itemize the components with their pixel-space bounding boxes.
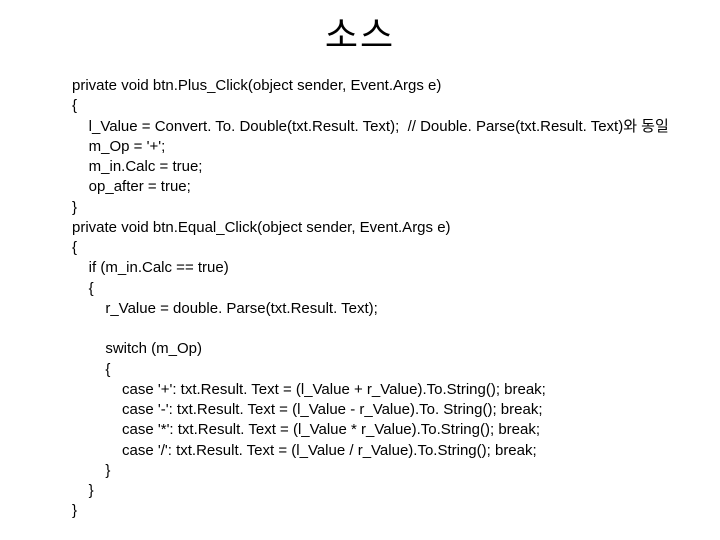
code-block: private void btn.Plus_Click(object sende…	[72, 76, 700, 522]
slide-title: 소스	[0, 6, 720, 58]
